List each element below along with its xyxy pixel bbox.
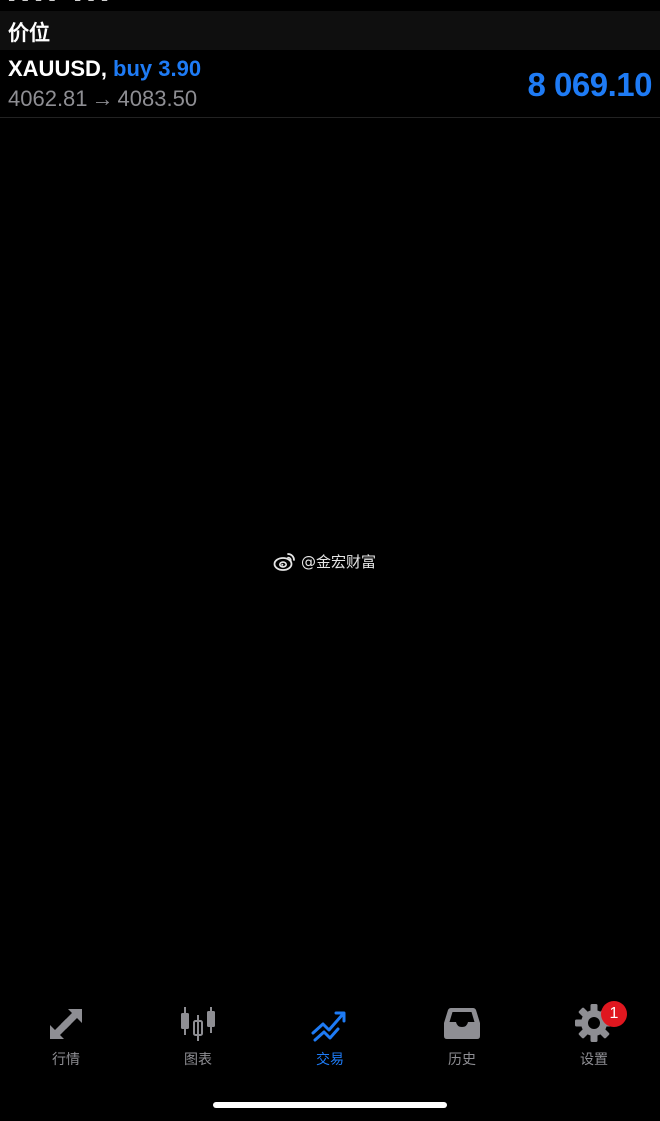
tab-settings-label: 设置 bbox=[580, 1052, 608, 1068]
weibo-icon bbox=[273, 553, 295, 571]
tab-history[interactable]: 历史 bbox=[396, 995, 528, 1075]
tab-settings[interactable]: 1 设置 bbox=[528, 995, 660, 1075]
history-inbox-icon bbox=[444, 1008, 480, 1039]
previous-row-cutoff: - - - - - - - bbox=[0, 0, 660, 11]
tab-history-label: 历史 bbox=[448, 1052, 476, 1068]
section-title: 价位 bbox=[8, 21, 50, 45]
position-summary: XAUUSD, buy 3.90 bbox=[8, 56, 201, 82]
tab-chart[interactable]: 图表 bbox=[132, 995, 264, 1075]
tab-quotes-label: 行情 bbox=[52, 1052, 80, 1068]
tab-quotes[interactable]: 行情 bbox=[0, 995, 132, 1075]
tab-trade[interactable]: 交易 bbox=[264, 995, 396, 1075]
tab-bar: 行情 图表 交易 历史 1 设置 bbox=[0, 995, 660, 1075]
open-price: 4062.81 bbox=[8, 86, 88, 111]
watermark: @金宏财富 bbox=[273, 549, 376, 573]
tab-chart-label: 图表 bbox=[184, 1052, 212, 1068]
position-side-volume: buy 3.90 bbox=[113, 56, 202, 81]
settings-notification-badge: 1 bbox=[601, 1001, 627, 1027]
cutoff-text: - - - - - - - bbox=[8, 0, 108, 11]
position-prices: 4062.81 → 4083.50 bbox=[8, 86, 197, 112]
position-row[interactable]: XAUUSD, buy 3.90 4062.81 → 4083.50 8 069.10 bbox=[0, 50, 660, 118]
section-header: 价位 bbox=[0, 11, 660, 50]
candlestick-chart-icon bbox=[181, 1007, 215, 1041]
tab-trade-label: 交易 bbox=[316, 1052, 344, 1068]
quotes-arrows-icon bbox=[50, 1009, 82, 1039]
home-indicator[interactable] bbox=[213, 1102, 447, 1108]
watermark-text: @金宏财富 bbox=[301, 552, 377, 571]
price-arrow: → bbox=[91, 86, 114, 111]
trade-trend-icon bbox=[311, 1011, 346, 1042]
position-profit: 8 069.10 bbox=[527, 66, 653, 103]
current-price: 4083.50 bbox=[117, 86, 198, 111]
position-symbol: XAUUSD, bbox=[8, 56, 108, 81]
